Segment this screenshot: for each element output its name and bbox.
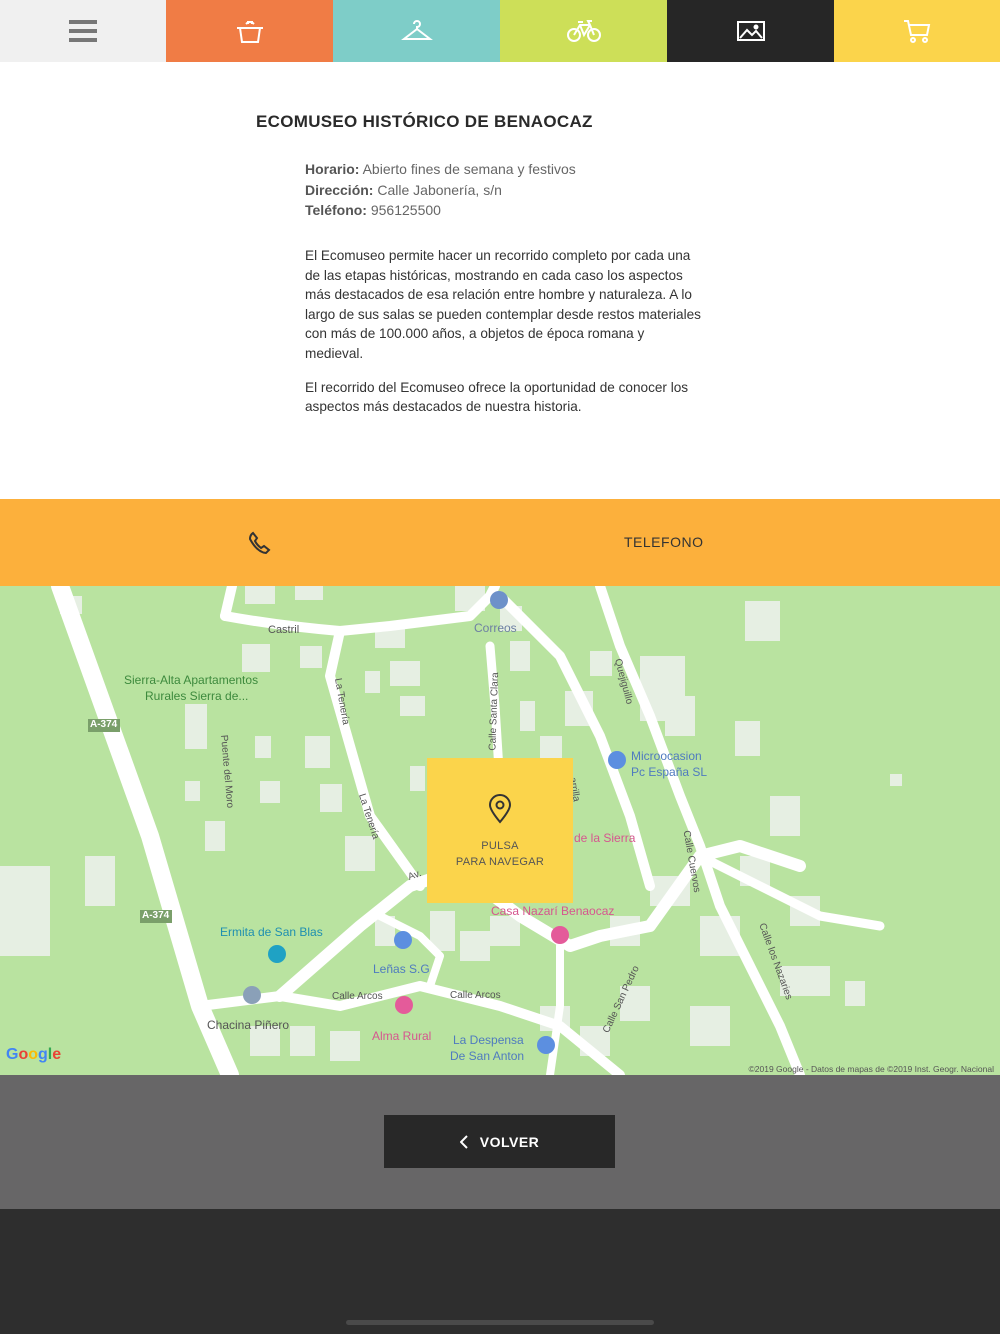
horario-row: Horario: Abierto fines de semana y festi… [305, 159, 576, 180]
horario-value: Abierto fines de semana y festivos [362, 161, 576, 177]
map-label: Leñas S.G [373, 962, 430, 976]
map-label: A-374 [142, 910, 170, 921]
map-label: Casa Nazarí Benaocaz [491, 904, 615, 918]
description-paragraph: El recorrido del Ecomuseo ofrece la opor… [305, 379, 689, 415]
bicycle-icon [566, 20, 601, 42]
phone-label[interactable]: TELEFONO [624, 534, 703, 550]
direccion-label: Dirección: [305, 181, 374, 198]
home-indicator[interactable] [346, 1320, 654, 1325]
tab-menu[interactable] [0, 0, 166, 62]
navigate-line2: PARA NAVEGAR [455, 856, 545, 868]
place-detail: ECOMUSEO HISTÓRICO DE BENAOCAZ Horario: … [0, 62, 1000, 499]
tab-activities[interactable] [500, 0, 667, 62]
map-label: Chacina Piñero [207, 1018, 290, 1032]
navigate-line1: PULSA [481, 840, 519, 852]
hanger-icon [400, 20, 433, 40]
telefono-value: 956125500 [370, 202, 441, 218]
map-label: Microocasion [631, 749, 702, 763]
map-label: La Despensa [453, 1033, 524, 1047]
navigate-button[interactable]: PULSA PARA NAVEGAR [427, 758, 573, 903]
map-label: Calle Arcos [332, 991, 383, 1002]
map-label: Correos [474, 621, 517, 635]
chevron-left-icon [459, 1134, 468, 1149]
map-label: De San Anton [450, 1049, 525, 1063]
map-label: de la Sierra [574, 831, 636, 845]
tab-gastronomy[interactable] [166, 0, 333, 62]
map-label: Pc España SL [631, 765, 708, 779]
map-label: Alma Rural [372, 1029, 432, 1043]
map-label: Ermita de San Blas [220, 925, 323, 939]
horario-label: Horario: [305, 161, 360, 177]
category-tab-bar [0, 0, 1000, 62]
telefono-label: Teléfono: [305, 202, 367, 218]
phone-call-bar[interactable] [0, 499, 1000, 586]
map-label: Castril [268, 624, 300, 636]
back-label: VOLVER [479, 1133, 540, 1150]
map-pin-icon [488, 794, 512, 824]
description-paragraph: El Ecomuseo permite hacer un recorrido c… [305, 248, 701, 361]
google-logo: Google [6, 1046, 62, 1063]
image-icon [736, 21, 765, 41]
cart-icon [904, 20, 931, 43]
map-label: Sierra-Alta Apartamentos [124, 673, 259, 687]
map-copyright: ©2019 Google - Datos de mapas de ©2019 I… [748, 1064, 994, 1074]
navigate-label: PULSA PARA NAVEGAR [427, 838, 573, 870]
map-label: Rurales Sierra de... [145, 689, 249, 703]
cooking-pot-icon [236, 21, 263, 43]
map-label: A-374 [90, 719, 118, 730]
page-title: ECOMUSEO HISTÓRICO DE BENAOCAZ [256, 112, 593, 131]
bottom-area [0, 1209, 1000, 1334]
map-label: Calle Arcos [450, 990, 501, 1001]
tab-gallery[interactable] [667, 0, 834, 62]
telefono-row: Teléfono: 956125500 [305, 200, 576, 221]
phone-icon[interactable] [247, 530, 273, 556]
tab-cart[interactable] [834, 0, 1000, 62]
place-description: El Ecomuseo permite hacer un recorrido c… [305, 246, 705, 431]
menu-icon [69, 20, 97, 42]
back-button[interactable]: VOLVER [384, 1115, 615, 1168]
place-info: Horario: Abierto fines de semana y festi… [305, 159, 576, 221]
tab-shopping-clothes[interactable] [333, 0, 500, 62]
direccion-row: Dirección: Calle Jabonería, s/n [305, 180, 576, 201]
direccion-value: Calle Jabonería, s/n [377, 181, 502, 198]
